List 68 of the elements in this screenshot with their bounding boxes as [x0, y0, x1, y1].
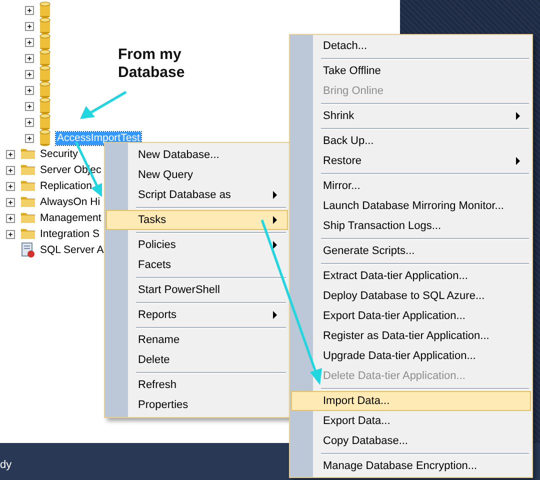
- expand-icon: [6, 166, 15, 174]
- expand-icon: [6, 198, 15, 206]
- expand-icon: [25, 22, 34, 30]
- expand-icon: [6, 182, 15, 190]
- expand-icon: [6, 230, 15, 238]
- menu-item[interactable]: Policies: [106, 235, 288, 255]
- expand-icon: [25, 6, 34, 14]
- menu-item[interactable]: New Database...: [106, 145, 288, 165]
- status-text: dy: [0, 459, 12, 471]
- expand-icon: [25, 70, 34, 78]
- tree-item[interactable]: Management: [39, 212, 102, 224]
- expand-icon: [25, 86, 34, 94]
- tree-item[interactable]: AlwaysOn Hi: [39, 196, 102, 208]
- menu-item[interactable]: Launch Database Mirroring Monitor...: [291, 196, 531, 216]
- submenu-arrow-icon: [273, 216, 277, 224]
- folder-icon: [20, 146, 36, 162]
- menu-item[interactable]: Delete: [106, 350, 288, 370]
- menu-item[interactable]: Refresh: [106, 375, 288, 395]
- tree-item[interactable]: Replication: [39, 180, 93, 192]
- menu-item[interactable]: Export Data-tier Application...: [291, 306, 531, 326]
- agent-icon: [20, 242, 36, 258]
- menu-item[interactable]: New Query: [106, 165, 288, 185]
- menu-item[interactable]: Mirror...: [291, 176, 531, 196]
- expand-icon: [25, 118, 34, 126]
- submenu-arrow-icon: [273, 311, 277, 319]
- menu-item[interactable]: Copy Database...: [291, 431, 531, 451]
- expand-icon: [25, 102, 34, 110]
- menu-item[interactable]: Detach...: [291, 36, 531, 56]
- menu-item[interactable]: Export Data...: [291, 411, 531, 431]
- menu-item[interactable]: Start PowerShell: [106, 280, 288, 300]
- menu-item[interactable]: Generate Scripts...: [291, 241, 531, 261]
- annotation-text: From my Database: [118, 46, 185, 82]
- menu-item[interactable]: Tasks: [106, 210, 288, 230]
- annotation-arrow: [80, 90, 127, 119]
- submenu-arrow-icon: [516, 157, 520, 165]
- menu-item[interactable]: Rename: [106, 330, 288, 350]
- menu-item[interactable]: Take Offline: [291, 61, 531, 81]
- menu-item[interactable]: Reports: [106, 305, 288, 325]
- menu-item[interactable]: Upgrade Data-tier Application...: [291, 346, 531, 366]
- tree-item[interactable]: Security: [39, 148, 79, 160]
- menu-item[interactable]: Ship Transaction Logs...: [291, 216, 531, 236]
- submenu-arrow-icon: [273, 241, 277, 249]
- folder-icon: [20, 162, 36, 178]
- tree-item[interactable]: Integration S: [39, 228, 101, 240]
- expand-icon: [25, 38, 34, 46]
- folder-icon: [20, 194, 36, 210]
- expand-icon: [25, 134, 34, 142]
- menu-item[interactable]: Properties: [106, 395, 288, 415]
- expand-icon: [25, 54, 34, 62]
- folder-icon: [20, 178, 36, 194]
- menu-item[interactable]: Script Database as: [106, 185, 288, 205]
- expand-icon: [6, 150, 15, 158]
- menu-item[interactable]: Restore: [291, 151, 531, 171]
- tree-item[interactable]: SQL Server A: [39, 244, 105, 256]
- submenu-arrow-icon: [516, 112, 520, 120]
- menu-item[interactable]: Register as Data-tier Application...: [291, 326, 531, 346]
- submenu-arrow-icon: [273, 191, 277, 199]
- database-icon: [39, 129, 51, 147]
- menu-item[interactable]: Extract Data-tier Application...: [291, 266, 531, 286]
- menu-item[interactable]: Facets: [106, 255, 288, 275]
- menu-item[interactable]: Manage Database Encryption...: [291, 456, 531, 476]
- folder-icon: [20, 226, 36, 242]
- menu-item[interactable]: Deploy Database to SQL Azure...: [291, 286, 531, 306]
- menu-item[interactable]: Shrink: [291, 106, 531, 126]
- menu-item[interactable]: Import Data...: [291, 391, 531, 411]
- menu-item[interactable]: Back Up...: [291, 131, 531, 151]
- expand-icon: [6, 214, 15, 222]
- folder-icon: [20, 210, 36, 226]
